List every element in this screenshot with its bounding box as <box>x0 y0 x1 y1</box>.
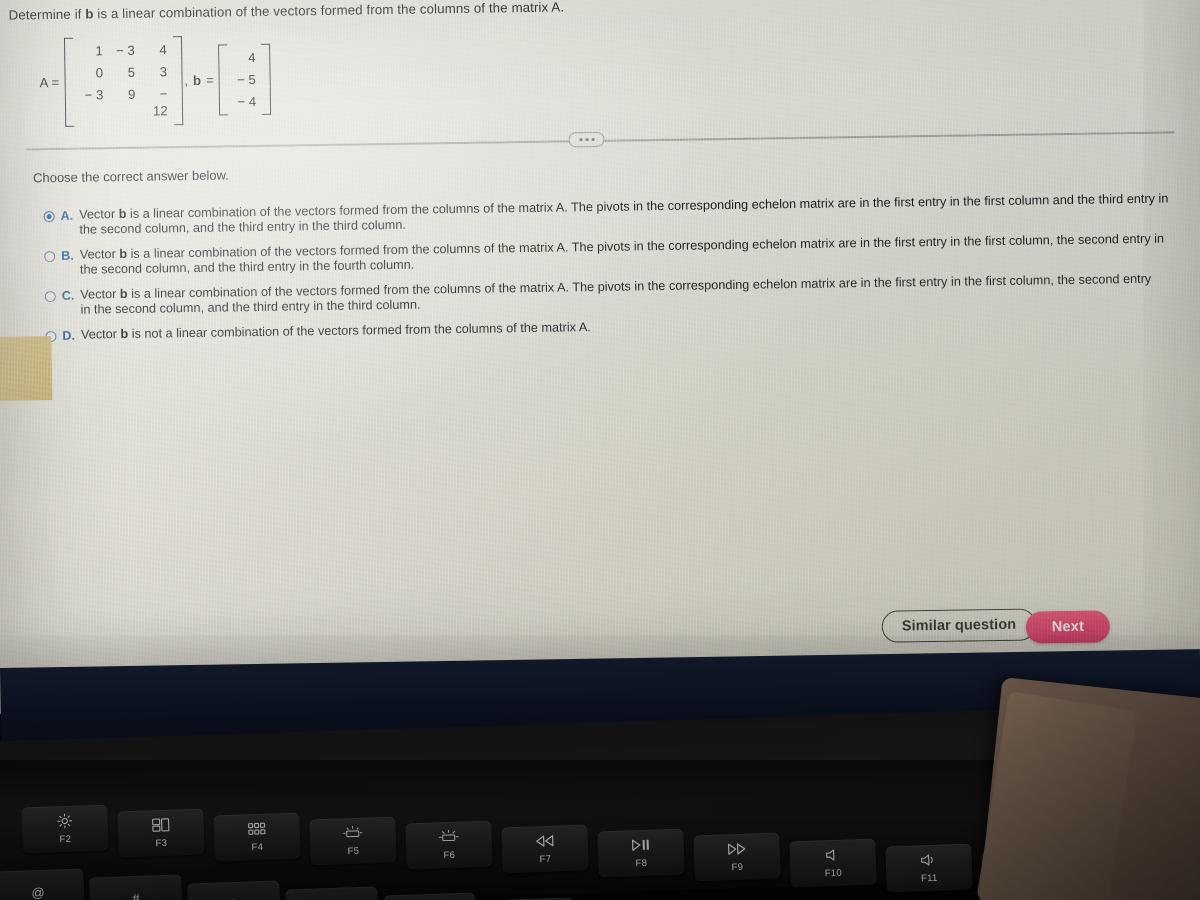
key-label: F2 <box>59 833 72 846</box>
radio-button-a[interactable] <box>43 211 55 223</box>
key-label: F4 <box>251 841 264 854</box>
matrix-cell: 9 <box>127 86 136 102</box>
photo-scene: Determine if b is a linear combination o… <box>0 0 1200 900</box>
option-c-part1: Vector <box>80 286 120 302</box>
option-letter-b: B. <box>61 248 74 263</box>
key-label: @ <box>31 884 45 900</box>
key-f2[interactable]: F2 <box>21 804 109 854</box>
matrix-row: − 3 9 − 12 <box>75 83 172 124</box>
option-text-b: Vector b is a linear combination of the … <box>80 231 1178 278</box>
key-blank-2[interactable] <box>383 892 477 900</box>
matrix-display: A = 1 − 3 4 0 5 3 − 3 9 − 12 , b = 4 − 5… <box>39 35 272 128</box>
answer-options: A. Vector b is a linear combination of t… <box>43 191 1200 353</box>
keyboard-backlight-up-icon <box>438 829 459 845</box>
dot-icon <box>585 138 589 142</box>
more-options-button[interactable] <box>568 131 605 148</box>
matrix-row: − 5 <box>230 69 260 91</box>
matrix-cell: − 5 <box>236 71 256 88</box>
volume-down-icon <box>919 852 938 868</box>
option-text-d: Vector b is not a linear combination of … <box>81 317 781 343</box>
matrix-cell: − 3 <box>84 86 104 103</box>
option-d-part2: is not a linear combination of the vecto… <box>128 319 591 341</box>
option-c-bold: b <box>119 286 128 301</box>
vector-b-equals: = <box>205 72 214 88</box>
option-letter-a: A. <box>60 208 74 223</box>
matrix-cell: − 12 <box>152 85 168 119</box>
matrix-a: 1 − 3 4 0 5 3 − 3 9 − 12 <box>63 36 183 128</box>
matrix-separator: , <box>184 73 189 89</box>
matrix-cell: − 4 <box>237 93 257 109</box>
answer-option-a[interactable]: A. Vector b is a linear combination of t… <box>43 191 1200 239</box>
question-content: Determine if b is a linear combination o… <box>0 0 1200 714</box>
answer-option-b[interactable]: B. Vector b is a linear combination of t… <box>44 231 1200 279</box>
play-pause-icon <box>630 837 651 853</box>
answer-option-c[interactable]: C. Vector b is a linear combination of t… <box>44 271 1200 319</box>
option-a-part1: Vector <box>79 207 119 222</box>
brightness-up-icon <box>56 813 73 829</box>
radio-button-c[interactable] <box>44 290 56 303</box>
matrix-a-label: A = <box>39 75 60 91</box>
key-f3[interactable]: F3 <box>117 808 205 858</box>
key-label: F6 <box>443 849 456 862</box>
tan-object-left <box>0 336 53 401</box>
dot-icon <box>591 137 595 142</box>
key-f5[interactable]: F5 <box>309 816 397 866</box>
rewind-icon <box>534 833 555 849</box>
matrix-cell: 4 <box>159 42 167 58</box>
matrix-row: 4 <box>229 47 259 69</box>
option-b-part1: Vector <box>79 247 120 262</box>
vector-b: 4 − 5 − 4 <box>218 43 272 116</box>
similar-question-button[interactable]: Similar question <box>881 608 1037 643</box>
vector-b-label: b <box>192 72 202 89</box>
prompt-part2: is a linear combination of the vectors f… <box>93 0 565 22</box>
option-b-part2: is a linear combination of the vectors f… <box>79 231 1165 278</box>
option-d-part1: Vector <box>80 326 121 342</box>
key-label: F7 <box>539 853 552 866</box>
option-letter-c: C. <box>61 288 75 303</box>
bracket-right-icon <box>172 36 183 126</box>
matrix-cell: 1 <box>95 43 103 59</box>
option-a-part2: is a linear combination of the vectors f… <box>79 191 1169 238</box>
matrix-row: 1 − 3 4 <box>75 39 171 62</box>
matrix-cell: 5 <box>127 64 136 80</box>
key-hash[interactable]: # <box>89 874 183 900</box>
option-letter-d: D. <box>62 328 76 343</box>
keyboard-backlight-down-icon <box>342 825 363 841</box>
matrix-row: − 4 <box>230 90 260 112</box>
option-text-c: Vector b is a linear combination of the … <box>80 271 1166 318</box>
mute-icon <box>824 847 841 863</box>
option-b-bold: b <box>119 246 128 262</box>
option-a-bold: b <box>118 206 127 222</box>
radio-button-b[interactable] <box>44 250 56 263</box>
matrix-cell: 4 <box>248 49 256 66</box>
matrix-cell: − 3 <box>115 42 135 59</box>
bracket-right-icon <box>261 43 272 116</box>
mission-control-icon <box>151 817 170 833</box>
key-f4[interactable]: F4 <box>213 812 301 862</box>
key-label: $ <box>230 896 238 900</box>
prompt-vector-b: b <box>85 6 94 22</box>
prompt-part1: Determine if <box>8 6 86 23</box>
instruction-text: Choose the correct answer below. <box>32 167 229 186</box>
next-button[interactable]: Next <box>1025 610 1111 644</box>
launchpad-icon <box>247 821 266 837</box>
key-f6[interactable]: F6 <box>405 820 493 870</box>
matrix-cell: 0 <box>95 65 104 81</box>
fast-forward-icon <box>726 841 747 857</box>
key-f7[interactable]: F7 <box>501 824 589 874</box>
option-c-part2: is a linear combination of the vectors f… <box>80 271 1152 318</box>
matrix-cell: 3 <box>159 64 168 80</box>
matrix-row: 0 5 3 <box>75 61 171 84</box>
option-text-a: Vector b is a linear combination of the … <box>79 191 1189 238</box>
key-at[interactable]: @ <box>0 868 85 900</box>
key-dollar[interactable]: $ <box>187 880 281 900</box>
key-label: F3 <box>155 837 168 850</box>
question-prompt: Determine if b is a linear combination o… <box>8 0 788 24</box>
dot-icon <box>579 138 583 142</box>
laptop-screen: Determine if b is a linear combination o… <box>0 0 1200 714</box>
key-blank-1[interactable] <box>285 886 379 900</box>
option-d-bold: b <box>120 326 129 341</box>
key-label: F5 <box>347 845 360 858</box>
key-label: # <box>132 890 140 900</box>
